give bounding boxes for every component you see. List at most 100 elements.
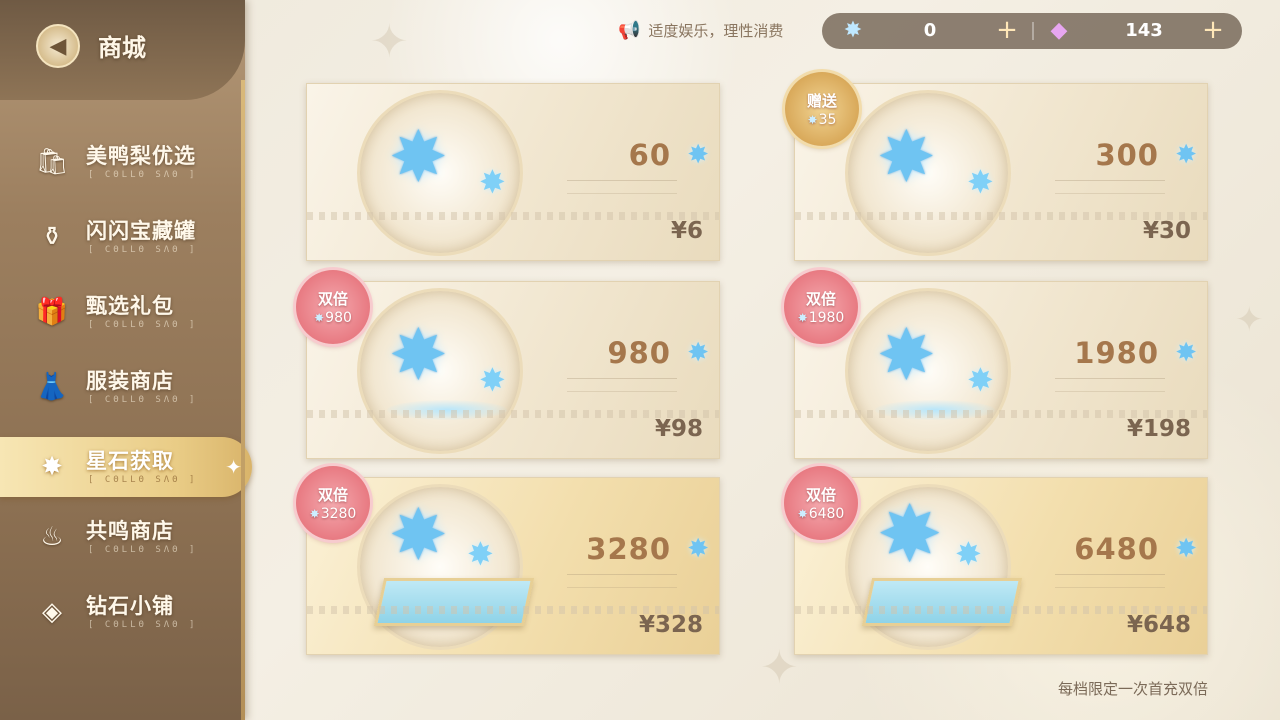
star-stone-icon: ✸ <box>41 452 63 482</box>
resonance-icon: ♨ <box>40 522 64 552</box>
back-button[interactable]: ◀ <box>36 24 80 68</box>
sparkle-icon: ✦ <box>225 455 242 479</box>
sidebar-item-resonance-shop[interactable]: ♨ 共鸣商店 [ CΘLLΘ SΛΘ ] <box>0 507 245 569</box>
star-crystal-icon: ✸ <box>389 494 448 576</box>
badge-title: 双倍 <box>317 290 348 308</box>
bonus-badge: 赠送 ✸35 <box>785 72 859 146</box>
star-crystal-icon: ✸ <box>314 311 325 325</box>
star-crystal-icon: ✸ <box>1175 534 1197 564</box>
sidebar-item-label: 闪闪宝藏罐 <box>86 219 196 243</box>
treasure-jar-icon: ⚱ <box>41 222 63 252</box>
sidebar-item-star-stone[interactable]: ✸ 星石获取 [ CΘLLΘ SΛΘ ] ✦ <box>0 437 252 497</box>
product-card-60[interactable]: ✸ ✸ 60 ✸ ¥6 <box>306 83 720 261</box>
crystal-box <box>373 578 535 626</box>
divider <box>1032 22 1034 40</box>
decoration <box>1055 180 1165 194</box>
megaphone-icon: 📢 <box>618 20 641 41</box>
price-label: ¥30 <box>1142 218 1191 244</box>
pink-gem-count: 143 <box>1125 20 1163 41</box>
star-crystal-icon: ✸ <box>687 338 709 368</box>
currency-bar: ✸ 0 + ◆ 143 + <box>822 13 1242 49</box>
sidebar-item-label: 钻石小铺 <box>86 594 174 618</box>
decoration <box>307 212 719 220</box>
sidebar-item-label: 甄选礼包 <box>86 294 174 318</box>
crystal-box <box>861 578 1023 626</box>
star-crystal-icon: ✸ <box>955 535 982 573</box>
star-crystal-icon: ✸ <box>309 507 320 521</box>
star-crystal-icon: ✸ <box>797 507 808 521</box>
sidebar-item-meiyali[interactable]: 🛍 美鸭梨优选 [ CΘLLΘ SΛΘ ] <box>0 132 245 194</box>
star-crystal-icon: ✸ <box>807 113 818 127</box>
background-sparkle-icon: ✦ <box>760 640 799 694</box>
star-crystal-icon: ✸ <box>967 163 994 201</box>
star-crystal-icon: ✸ <box>467 535 494 573</box>
sidebar-item-sublabel: [ CΘLLΘ SΛΘ ] <box>88 545 198 555</box>
decoration <box>1055 378 1165 392</box>
pink-gem-icon: ◆ <box>1050 18 1068 43</box>
decoration <box>567 180 677 194</box>
badge-value-text: 1980 <box>808 310 845 326</box>
star-crystal-icon: ✸ <box>687 534 709 564</box>
crystal-amount: 6480 <box>1074 532 1159 566</box>
sidebar-item-label: 美鸭梨优选 <box>86 144 196 168</box>
page-title: 商城 <box>98 34 146 62</box>
sidebar-item-label: 服装商店 <box>86 369 174 393</box>
add-pink-gem-button[interactable]: + <box>1198 15 1228 45</box>
crystal-amount: 300 <box>1095 138 1159 172</box>
badge-title: 双倍 <box>805 486 836 504</box>
crystal-amount: 1980 <box>1074 336 1159 370</box>
star-crystal-icon: ✸ <box>479 361 506 399</box>
badge-value: ✸35 <box>808 112 837 128</box>
add-star-crystal-button[interactable]: + <box>992 15 1022 45</box>
price-label: ¥328 <box>638 612 703 638</box>
sidebar-item-sublabel: [ CΘLLΘ SΛΘ ] <box>88 170 198 180</box>
sidebar-item-treasure-jar[interactable]: ⚱ 闪闪宝藏罐 [ CΘLLΘ SΛΘ ] <box>0 207 245 269</box>
crystal-amount: 60 <box>628 138 671 172</box>
back-arrow-icon: ◀ <box>49 33 67 59</box>
sidebar-item-sublabel: [ CΘLLΘ SΛΘ ] <box>88 245 198 255</box>
decoration <box>1055 574 1165 588</box>
badge-value: ✸1980 <box>798 310 845 326</box>
crystal-amount: 3280 <box>586 532 671 566</box>
sidebar-item-label: 星石获取 <box>86 449 174 473</box>
star-crystal-count: 0 <box>923 20 937 41</box>
gift-box-icon: 🎁 <box>35 297 69 327</box>
crystal-amount: 980 <box>607 336 671 370</box>
badge-value: ✸3280 <box>310 506 357 522</box>
star-crystal-icon: ✸ <box>1175 140 1197 170</box>
badge-value-text: 6480 <box>808 506 845 522</box>
badge-value: ✸6480 <box>798 506 845 522</box>
sidebar: ◀ 商城 🛍 美鸭梨优选 [ CΘLLΘ SΛΘ ] ⚱ 闪闪宝藏罐 [ CΘL… <box>0 0 252 720</box>
star-crystal-icon: ✸ <box>687 140 709 170</box>
background-sparkle-icon: ✦ <box>1235 300 1264 340</box>
badge-title: 双倍 <box>317 486 348 504</box>
star-crystal-icon: ✸ <box>389 314 448 396</box>
sidebar-item-label: 共鸣商店 <box>86 519 174 543</box>
star-crystal-icon: ✸ <box>877 116 936 198</box>
sidebar-item-gift-packs[interactable]: 🎁 甄选礼包 [ CΘLLΘ SΛΘ ] <box>0 282 245 344</box>
first-recharge-note: 每档限定一次首充双倍 <box>1057 680 1208 698</box>
decoration <box>567 574 677 588</box>
price-label: ¥198 <box>1126 416 1191 442</box>
sidebar-item-diamond-shop[interactable]: ◈ 钻石小铺 [ CΘLLΘ SΛΘ ] <box>0 582 245 644</box>
star-crystal-icon: ✸ <box>389 116 448 198</box>
star-crystal-icon: ✸ <box>967 361 994 399</box>
sidebar-item-clothing-shop[interactable]: 👗 服装商店 [ CΘLLΘ SΛΘ ] <box>0 357 245 419</box>
star-crystal-icon: ✸ <box>877 490 943 580</box>
price-label: ¥648 <box>1126 612 1191 638</box>
badge-value-text: 980 <box>325 310 352 326</box>
star-crystal-icon: ✸ <box>877 314 936 396</box>
background-sparkle-icon: ✦ <box>370 14 409 68</box>
sidebar-item-sublabel: [ CΘLLΘ SΛΘ ] <box>88 620 198 630</box>
badge-value: ✸980 <box>314 310 352 326</box>
diamond-shop-icon: ◈ <box>42 597 62 627</box>
double-badge: 双倍 ✸3280 <box>296 466 370 540</box>
badge-value-text: 35 <box>818 112 837 128</box>
dress-icon: 👗 <box>35 372 69 402</box>
notice-text: 适度娱乐，理性消费 <box>648 22 784 40</box>
decoration <box>567 378 677 392</box>
price-label: ¥98 <box>654 416 703 442</box>
double-badge: 双倍 ✸980 <box>296 270 370 344</box>
double-badge: 双倍 ✸1980 <box>784 270 858 344</box>
gift-bag-icon: 🛍 <box>35 147 69 177</box>
